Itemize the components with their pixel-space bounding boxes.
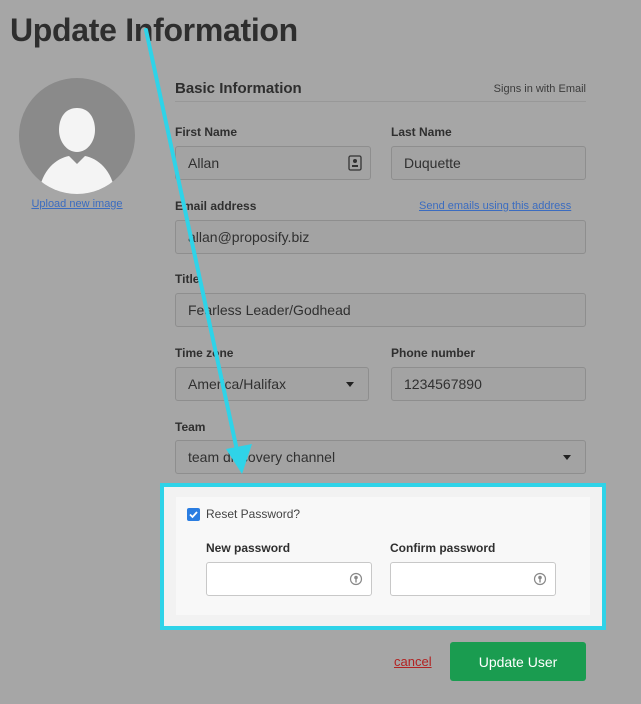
id-card-icon	[348, 155, 362, 171]
title-input[interactable]: Fearless Leader/Godhead	[175, 293, 586, 327]
cancel-link[interactable]: cancel	[394, 654, 432, 669]
timezone-value: America/Halifax	[188, 376, 287, 392]
last-name-value: Duquette	[404, 155, 461, 171]
page-title: Update Information	[10, 12, 298, 48]
email-value: allan@proposify.biz	[188, 229, 310, 245]
timezone-label: Time zone	[175, 346, 234, 360]
last-name-label: Last Name	[391, 125, 452, 139]
team-value: team discovery channel	[188, 449, 336, 465]
phone-value: 1234567890	[404, 376, 482, 392]
key-icon	[533, 572, 547, 586]
email-input[interactable]: allan@proposify.biz	[175, 220, 586, 254]
team-label: Team	[175, 420, 206, 434]
basic-info-header: Basic Information Signs in with Email	[175, 80, 586, 102]
password-highlight: Reset Password? New password Confirm pas…	[160, 483, 606, 630]
signin-note: Signs in with Email	[493, 83, 586, 95]
send-emails-link[interactable]: Send emails using this address	[419, 200, 571, 212]
team-select[interactable]: team discovery channel	[175, 440, 586, 474]
update-user-button[interactable]: Update User	[450, 642, 586, 681]
confirm-password-label: Confirm password	[390, 541, 496, 555]
first-name-input[interactable]: Allan	[175, 146, 371, 180]
reset-password-label: Reset Password?	[206, 507, 301, 521]
email-label: Email address	[175, 199, 257, 213]
checkmark-icon	[189, 511, 198, 519]
reset-password-checkbox[interactable]	[187, 508, 200, 521]
new-password-label: New password	[206, 541, 291, 555]
first-name-value: Allan	[188, 155, 220, 171]
user-silhouette-icon	[39, 108, 115, 194]
update-information-page: Update Information Upload new image Basi…	[0, 0, 641, 704]
password-panel: Reset Password? New password Confirm pas…	[176, 497, 590, 615]
section-title: Basic Information	[175, 80, 302, 97]
phone-label: Phone number	[391, 346, 476, 360]
first-name-label: First Name	[175, 125, 238, 139]
key-icon	[349, 572, 363, 586]
avatar	[19, 78, 135, 194]
new-password-input[interactable]	[206, 562, 372, 596]
confirm-password-input[interactable]	[390, 562, 556, 596]
upload-image-link[interactable]: Upload new image	[10, 198, 144, 210]
phone-input[interactable]: 1234567890	[391, 367, 586, 401]
timezone-select[interactable]: America/Halifax	[175, 367, 369, 401]
title-label: Title	[175, 272, 200, 286]
last-name-input[interactable]: Duquette	[391, 146, 586, 180]
title-value: Fearless Leader/Godhead	[188, 302, 351, 318]
